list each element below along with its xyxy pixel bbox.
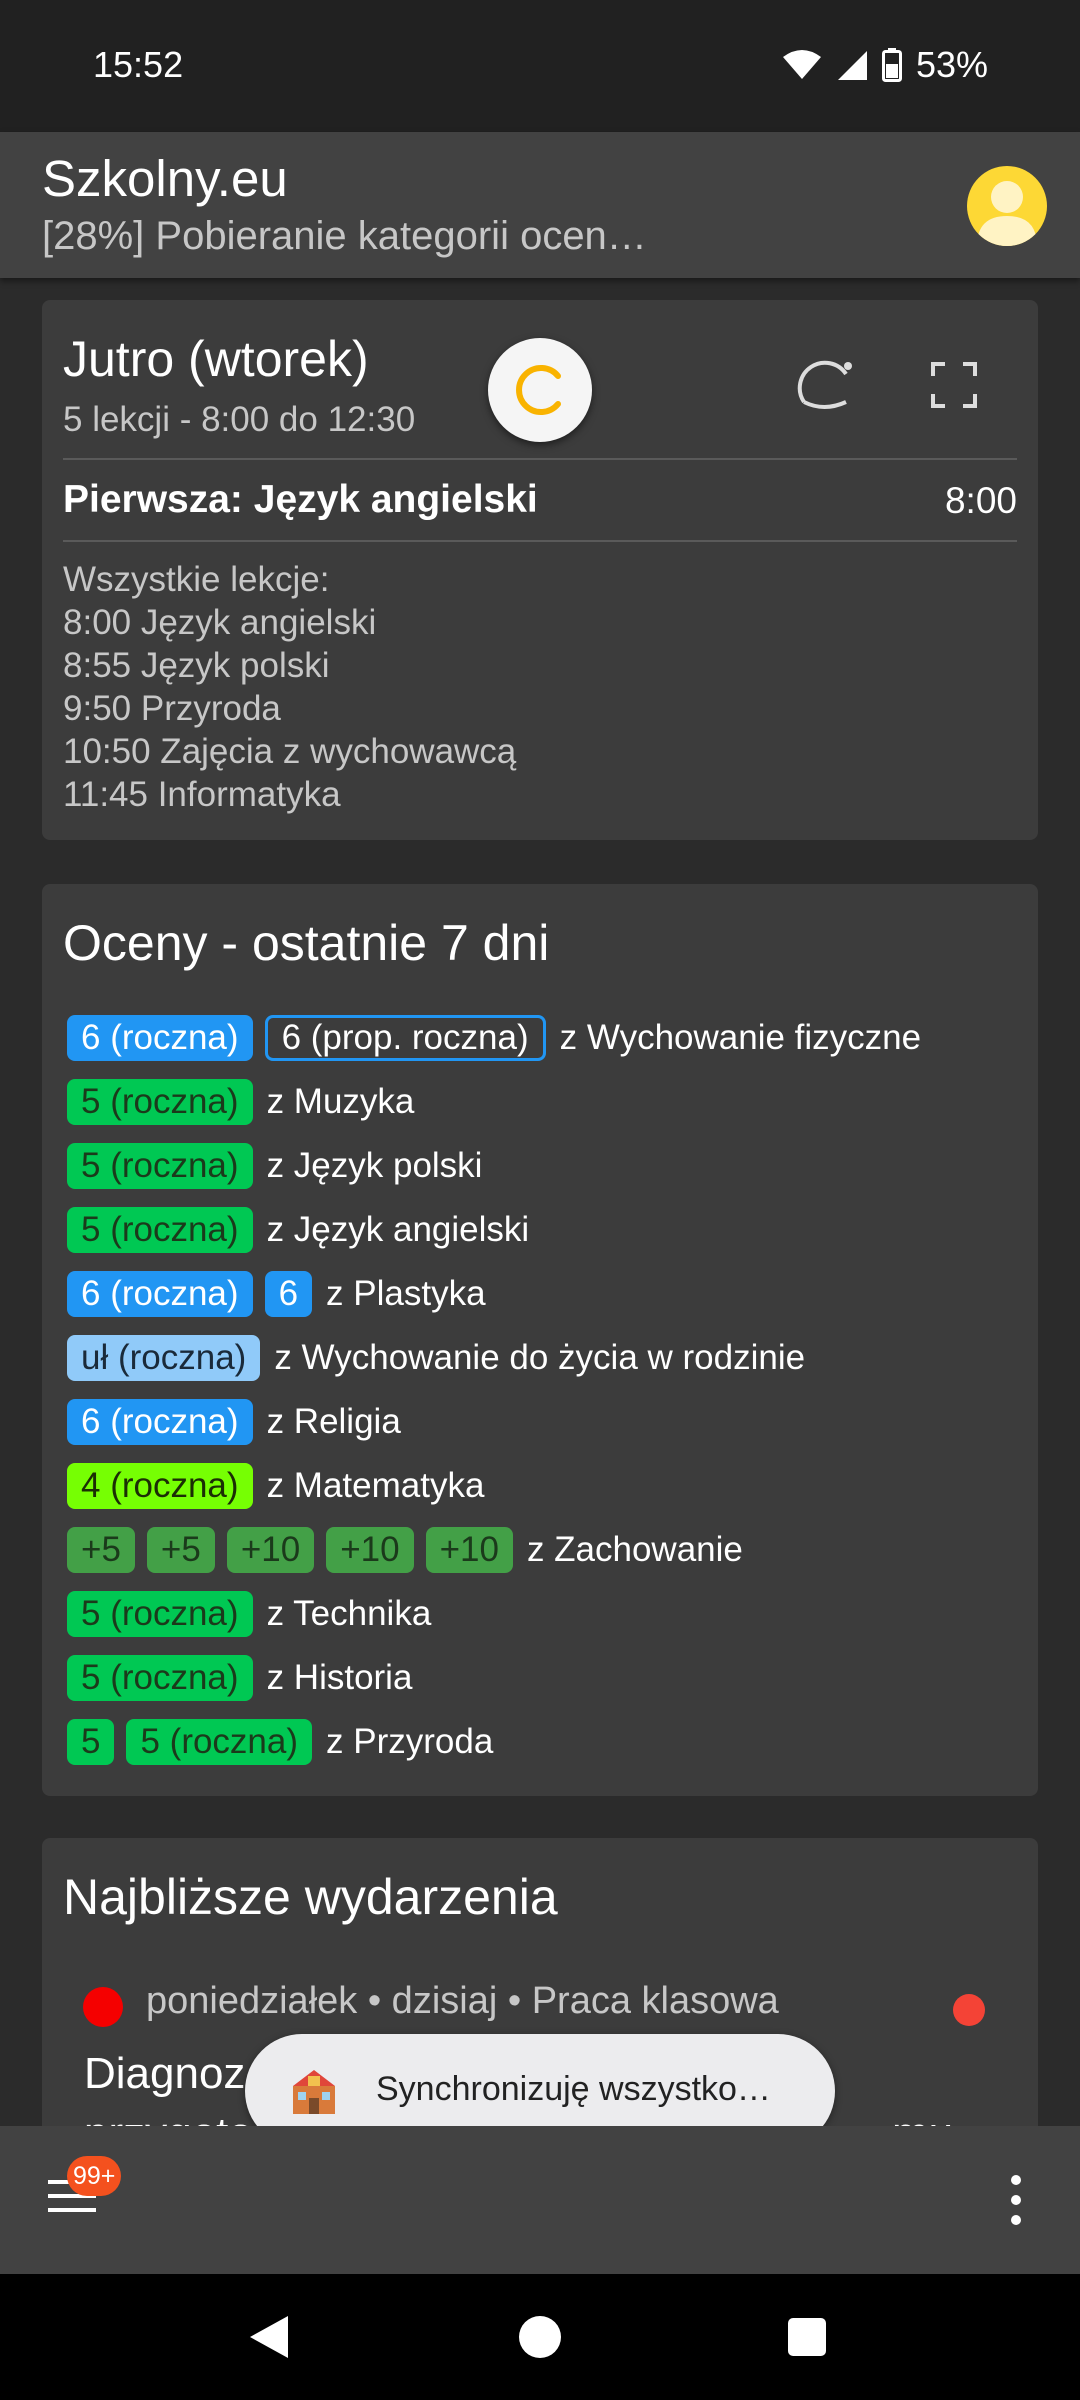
grade-subject: z Muzyka <box>266 1082 415 1121</box>
grade-subject: z Język polski <box>266 1146 483 1185</box>
grade-chip[interactable]: 5 <box>67 1719 115 1765</box>
more-vert-icon[interactable] <box>1004 2172 1028 2228</box>
grade-row[interactable]: 6 (roczna) 6 (prop. roczna) z Wychowanie f… <box>67 1006 921 1070</box>
all-lessons-list: Wszystkie lekcje: 8:00 Język angielski 8… <box>63 558 516 816</box>
notification-badge: 99+ <box>67 2156 122 2196</box>
grade-chip[interactable]: +5 <box>67 1527 135 1573</box>
grade-row[interactable]: 6 (roczna) z Religia <box>67 1390 921 1454</box>
grade-row[interactable]: +5 +5 +10 +10 +10 z Zachowanie <box>67 1518 921 1582</box>
loading-spinner <box>488 338 592 442</box>
grade-row[interactable]: 5 (roczna) z Język polski <box>67 1134 921 1198</box>
home-icon[interactable] <box>519 2316 561 2358</box>
grade-row[interactable]: 5 (roczna) z Technika <box>67 1582 921 1646</box>
lesson-item: 9:50 Przyroda <box>63 689 281 728</box>
grade-chip[interactable]: +5 <box>146 1527 215 1573</box>
status-icons: 53% <box>782 44 988 86</box>
grade-subject: z Plastyka <box>326 1274 486 1313</box>
timetable-summary: 5 lekcji - 8:00 do 12:30 <box>63 400 416 439</box>
divider <box>63 458 1017 460</box>
grade-subject: z Historia <box>266 1658 413 1697</box>
grade-chip[interactable]: 6 <box>264 1271 313 1317</box>
grade-subject: z Przyroda <box>326 1722 494 1761</box>
grade-row[interactable]: 5 (roczna) z Język angielski <box>67 1198 921 1262</box>
lesson-item: 8:55 Język polski <box>63 646 330 685</box>
event-meta: poniedziałek • dzisiaj • Praca klasowa <box>146 1980 779 2022</box>
app-title: Szkolny.eu <box>42 150 288 207</box>
grade-chip[interactable]: 5 (roczna) <box>67 1591 253 1637</box>
grade-chip[interactable]: 5 (roczna) <box>67 1207 253 1253</box>
person-icon <box>977 181 1037 246</box>
grade-subject: z Religia <box>266 1402 401 1441</box>
app-bar: Szkolny.eu [28%] Pobieranie kategorii oc… <box>0 132 1080 278</box>
grade-subject: z Matematyka <box>266 1466 485 1505</box>
grade-row[interactable]: 55 (roczna) z Przyroda <box>67 1710 921 1774</box>
wifi-icon <box>782 49 822 81</box>
sync-progress-subtitle: [28%] Pobieranie kategorii ocen… <box>42 214 647 258</box>
lesson-item: 11:45 Informatyka <box>63 775 341 814</box>
battery-percent: 53% <box>915 44 988 85</box>
battery-icon <box>881 48 902 82</box>
event-title-text: mu <box>892 2104 953 2126</box>
grades-card[interactable]: Oceny - ostatnie 7 dni 6 (roczna) 6 (prop… <box>42 884 1038 1796</box>
grade-chip[interactable]: +10 <box>226 1527 315 1573</box>
first-lesson-label: Pierwsza: Język angielski <box>63 478 538 521</box>
events-title: Najbliższe wydarzenia <box>63 1869 558 1925</box>
grade-row[interactable]: uł (roczna) z Wychowanie do życia w rodzi… <box>67 1326 921 1390</box>
home-content[interactable]: Jutro (wtorek) 5 lekcji - 8:00 do 12:30 … <box>0 278 1080 2126</box>
grade-subject: z Zachowanie <box>526 1530 743 1569</box>
bottom-app-bar: 99+ <box>0 2126 1080 2274</box>
signal-icon <box>836 49 868 81</box>
grade-chip[interactable]: 4 (roczna) <box>67 1463 253 1509</box>
grade-subject: z Wychowanie fizyczne <box>559 1018 922 1057</box>
first-lesson-time: 8:00 <box>944 480 1017 521</box>
grade-chip[interactable]: 5 (roczna) <box>126 1719 313 1765</box>
grade-chip[interactable]: 6 (roczna) <box>67 1271 253 1317</box>
timetable-title: Jutro (wtorek) <box>63 331 369 387</box>
timetable-card[interactable]: Jutro (wtorek) 5 lekcji - 8:00 do 12:30 … <box>42 300 1038 840</box>
recents-icon[interactable] <box>788 2318 826 2356</box>
system-navigation-bar <box>0 2274 1080 2400</box>
grade-row[interactable]: 5 (roczna) z Historia <box>67 1646 921 1710</box>
profile-avatar[interactable] <box>967 166 1047 246</box>
bell-icon[interactable] <box>794 352 858 416</box>
fullscreen-icon[interactable] <box>929 360 979 410</box>
event-title-text: przygoto <box>84 2109 253 2126</box>
grade-chip[interactable]: +10 <box>425 1527 513 1573</box>
grade-chip[interactable]: 6 (roczna) <box>67 1015 253 1061</box>
status-bar: 15:52 53% <box>0 0 1080 132</box>
grade-chip[interactable]: +10 <box>326 1527 414 1573</box>
status-time: 15:52 <box>93 44 184 85</box>
grade-row[interactable]: 4 (roczna) z Matematyka <box>67 1454 921 1518</box>
lesson-item: 10:50 Zajęcia z wychowawcą <box>63 732 517 771</box>
grade-subject: z Język angielski <box>266 1210 530 1249</box>
grade-subject: z Technika <box>266 1594 432 1633</box>
grade-chip[interactable]: 5 (roczna) <box>67 1143 253 1189</box>
grade-chip[interactable]: uł (roczna) <box>67 1335 261 1381</box>
back-icon[interactable] <box>246 2314 292 2365</box>
all-lessons-header: Wszystkie lekcje: <box>63 560 330 599</box>
event-type-dot <box>83 1987 123 2027</box>
grade-row[interactable]: 6 (roczna) 6 z Plastyka <box>67 1262 921 1326</box>
toast-text: Synchronizuję wszystko… <box>376 2070 771 2108</box>
grade-chip[interactable]: 5 (roczna) <box>67 1079 253 1125</box>
grade-row[interactable]: 5 (roczna) z Muzyka <box>67 1070 921 1134</box>
school-icon <box>289 2066 339 2116</box>
grades-list: 6 (roczna) 6 (prop. roczna) z Wychowanie f… <box>67 1006 921 1774</box>
grade-subject: z Wychowanie do życia w rodzinie <box>274 1338 806 1377</box>
divider <box>63 540 1017 542</box>
unread-dot <box>953 1994 985 2026</box>
lesson-item: 8:00 Język angielski <box>63 603 377 642</box>
grade-chip[interactable]: 6 (prop. roczna) <box>264 1015 546 1061</box>
grade-chip[interactable]: 5 (roczna) <box>67 1655 253 1701</box>
grades-title: Oceny - ostatnie 7 dni <box>63 915 550 971</box>
grade-chip[interactable]: 6 (roczna) <box>67 1399 253 1445</box>
